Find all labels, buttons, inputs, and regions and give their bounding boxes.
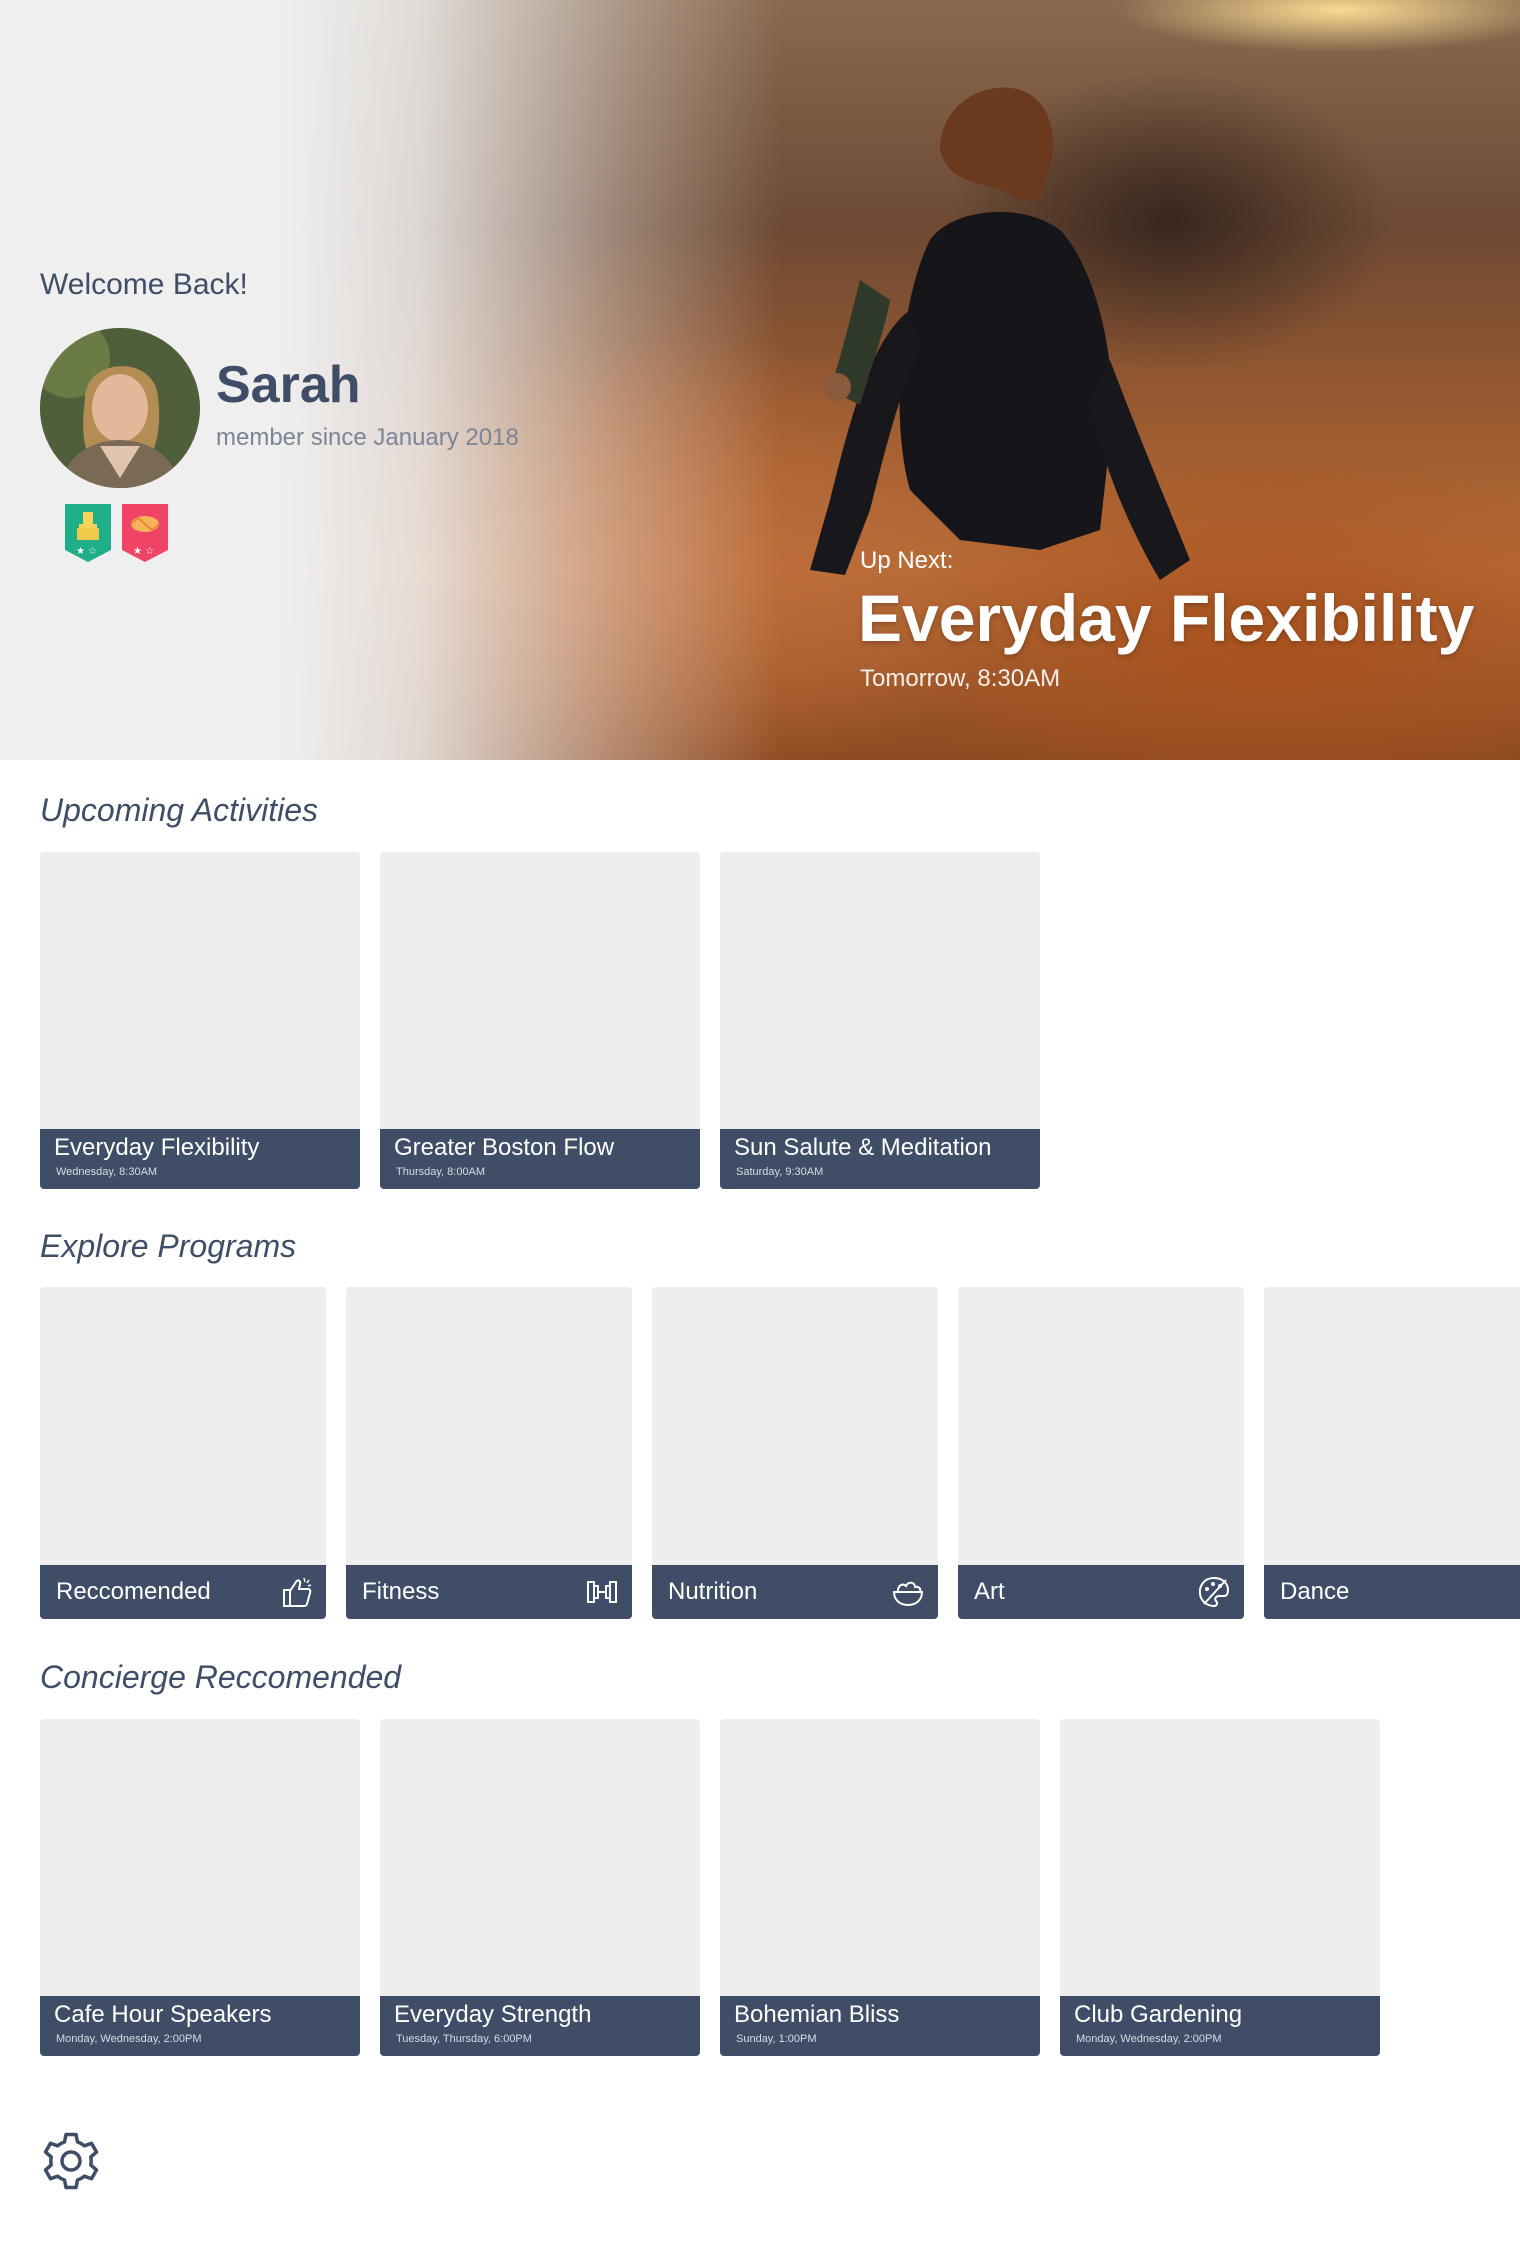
program-card-dance[interactable]: Dance (1264, 1287, 1520, 1619)
concierge-time: Tuesday, Thursday, 6:00PM (396, 2033, 532, 2045)
concierge-title: Cafe Hour Speakers (54, 2001, 272, 2028)
program-card-art[interactable]: Art (958, 1287, 1244, 1619)
salad-bowl-icon (892, 1581, 924, 1607)
activity-title: Everyday Flexibility (54, 1134, 260, 1161)
card-caption-bar: Nutrition (652, 1565, 938, 1619)
handshake-badge-icon[interactable]: ★ ☆ (120, 502, 170, 564)
activity-time: Thursday, 8:00AM (396, 1166, 486, 1178)
program-title: Nutrition (668, 1578, 758, 1605)
card-caption-bar: Art (958, 1565, 1244, 1619)
explore-programs-heading: Explore Programs (40, 1228, 297, 1264)
program-title: Reccomended (56, 1578, 211, 1605)
activity-card[interactable]: Sun Salute & Meditation Saturday, 9:30AM (720, 852, 1040, 1189)
avatar[interactable] (40, 328, 200, 488)
concierge-card[interactable]: Cafe Hour Speakers Monday, Wednesday, 2:… (40, 1719, 360, 2056)
concierge-time: Monday, Wednesday, 2:00PM (1076, 2033, 1222, 2045)
up-next-time: Tomorrow, 8:30AM (860, 665, 1061, 692)
avatar-photo (40, 328, 200, 488)
concierge-reccomended-heading: Concierge Reccomended (40, 1659, 402, 1695)
program-card-nutrition[interactable]: Nutrition (652, 1287, 938, 1619)
thumbs-up-icon (283, 1577, 312, 1607)
svg-text:★ ☆: ★ ☆ (76, 546, 97, 557)
dumbbell-icon (587, 1581, 617, 1603)
activity-time: Wednesday, 8:30AM (56, 1166, 158, 1178)
card-caption-bar: Dance (1264, 1565, 1520, 1619)
concierge-card[interactable]: Everyday Strength Tuesday, Thursday, 6:0… (380, 1719, 700, 2056)
card-caption-bar: Reccomended (40, 1565, 326, 1619)
concierge-card[interactable]: Club Gardening Monday, Wednesday, 2:00PM (1060, 1719, 1380, 2056)
card-caption-bar: Fitness (346, 1565, 632, 1619)
program-title: Art (974, 1578, 1005, 1605)
user-name: Sarah (216, 356, 361, 414)
activity-card[interactable]: Everyday Flexibility Wednesday, 8:30AM (40, 852, 360, 1189)
trophy-badge-icon[interactable]: ★ ☆ (63, 502, 113, 564)
card-caption-bar: Sun Salute & Meditation Saturday, 9:30AM (720, 1129, 1040, 1189)
card-caption-bar: Club Gardening Monday, Wednesday, 2:00PM (1060, 1996, 1380, 2056)
svg-text:★ ☆: ★ ☆ (133, 546, 154, 557)
up-next-title[interactable]: Everyday Flexibility (858, 580, 1474, 656)
gear-icon[interactable] (38, 2128, 104, 2194)
paint-palette-icon (1198, 1576, 1230, 1608)
concierge-time: Monday, Wednesday, 2:00PM (56, 2033, 202, 2045)
up-next-label: Up Next: (860, 547, 954, 574)
welcome-text: Welcome Back! (40, 268, 248, 301)
concierge-title: Club Gardening (1074, 2001, 1243, 2028)
hero-banner: Welcome Back! Sarah member since January… (0, 0, 1520, 760)
member-since-text: member since January 2018 (216, 424, 519, 451)
program-title: Dance (1280, 1578, 1350, 1605)
activity-title: Sun Salute & Meditation (734, 1134, 992, 1161)
concierge-title: Everyday Strength (394, 2001, 592, 2028)
card-caption-bar: Everyday Strength Tuesday, Thursday, 6:0… (380, 1996, 700, 2056)
activity-card[interactable]: Greater Boston Flow Thursday, 8:00AM (380, 852, 700, 1189)
program-card-reccomended[interactable]: Reccomended (40, 1287, 326, 1619)
activity-time: Saturday, 9:30AM (736, 1166, 824, 1178)
card-caption-bar: Bohemian Bliss Sunday, 1:00PM (720, 1996, 1040, 2056)
card-caption-bar: Greater Boston Flow Thursday, 8:00AM (380, 1129, 700, 1189)
concierge-time: Sunday, 1:00PM (736, 2033, 817, 2045)
card-caption-bar: Cafe Hour Speakers Monday, Wednesday, 2:… (40, 1996, 360, 2056)
upcoming-activities-heading: Upcoming Activities (40, 792, 319, 828)
concierge-title: Bohemian Bliss (734, 2001, 900, 2028)
program-card-fitness[interactable]: Fitness (346, 1287, 632, 1619)
activity-title: Greater Boston Flow (394, 1134, 615, 1161)
card-caption-bar: Everyday Flexibility Wednesday, 8:30AM (40, 1129, 360, 1189)
concierge-card[interactable]: Bohemian Bliss Sunday, 1:00PM (720, 1719, 1040, 2056)
program-title: Fitness (362, 1578, 440, 1605)
